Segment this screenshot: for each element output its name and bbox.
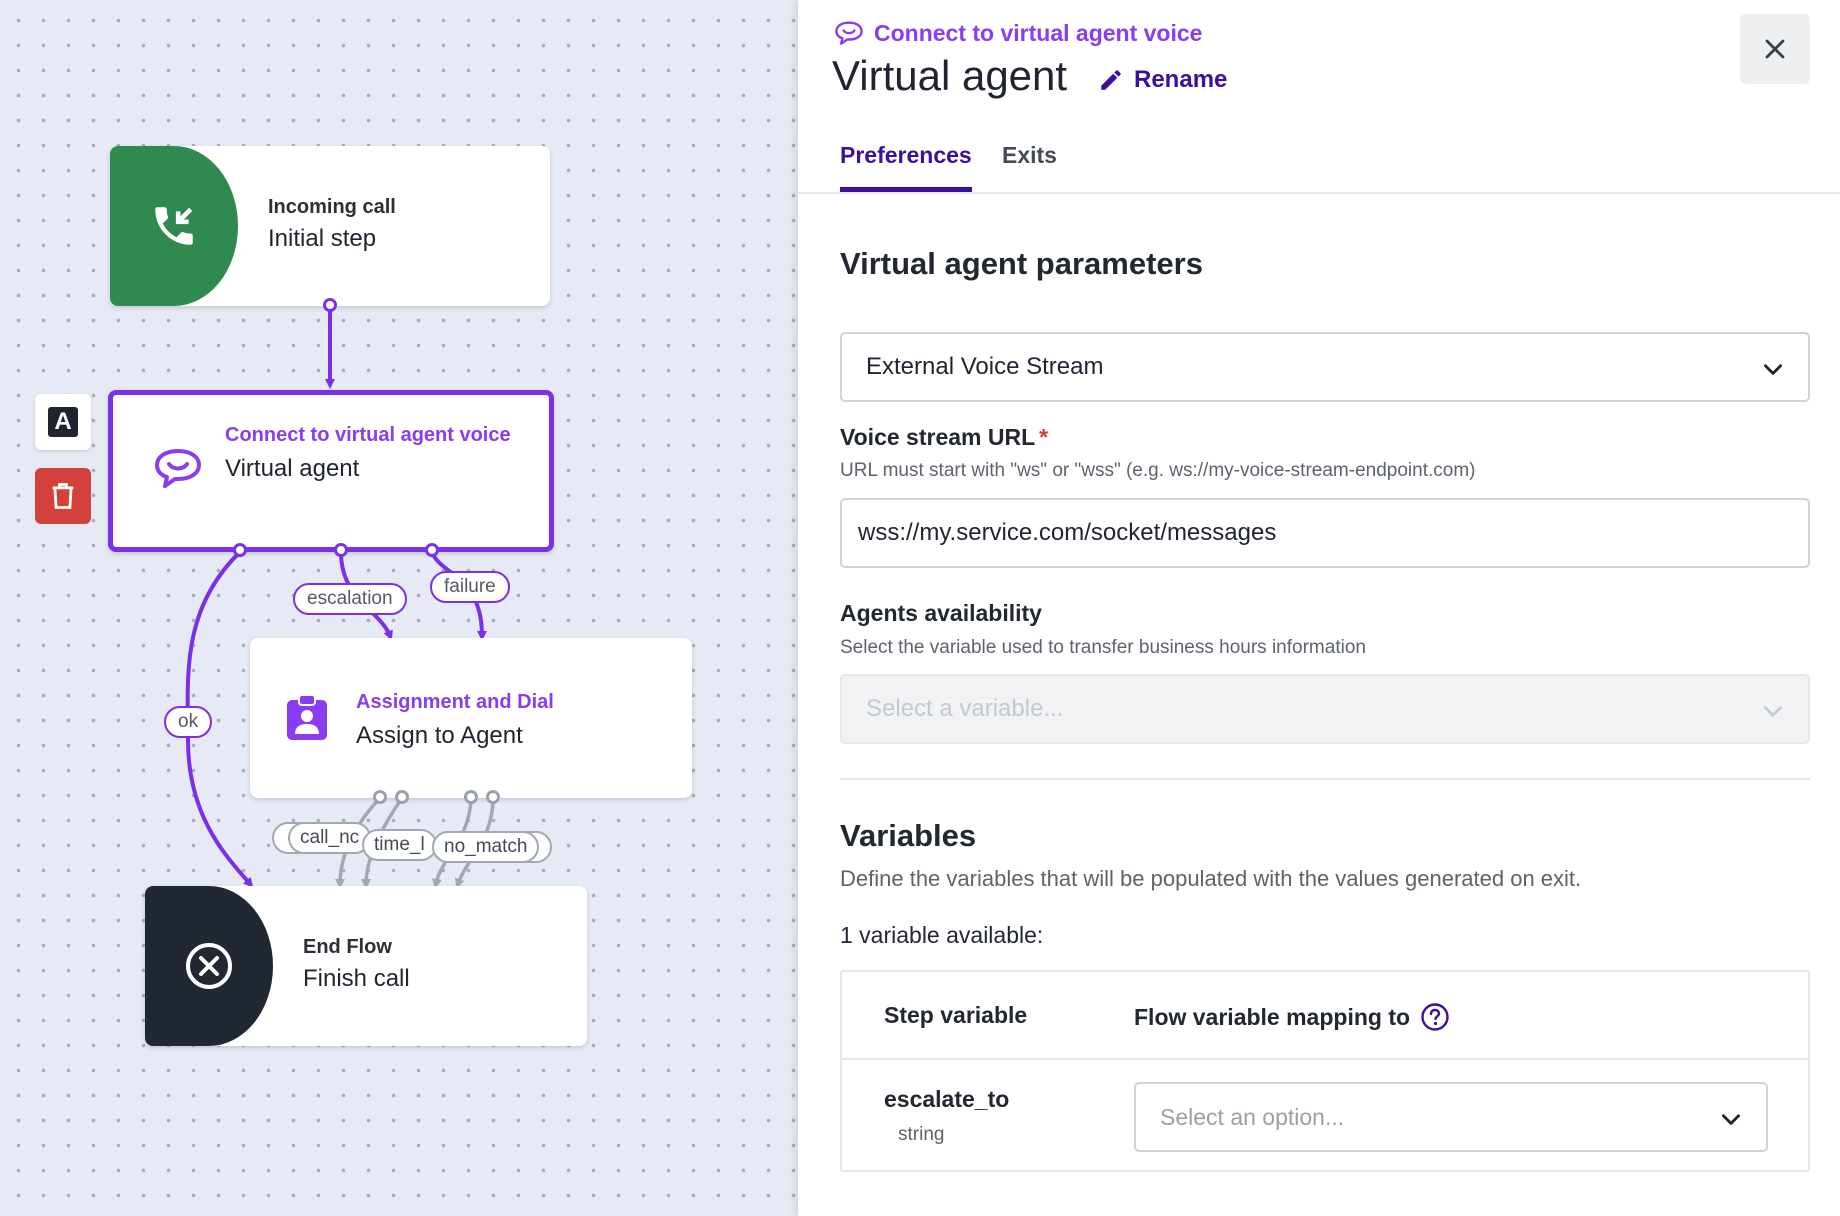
node-type-label: Connect to virtual agent voice (225, 424, 511, 446)
flow-canvas[interactable]: Incoming call Initial step A Connect to … (0, 0, 798, 1216)
variables-count: 1 variable available: (840, 922, 1044, 948)
col-step-variable-label: Step variable (884, 1002, 1028, 1028)
panel-kicker: Connect to virtual agent voice (834, 20, 1202, 47)
close-icon (1765, 39, 1785, 59)
speech-bubble-icon (835, 21, 863, 45)
rename-label: Rename (1134, 66, 1228, 93)
panel-kicker-label: Connect to virtual agent voice (874, 20, 1203, 46)
letter-a-icon: A (48, 407, 78, 437)
close-panel-button[interactable] (1740, 14, 1810, 84)
node-name-label: Assign to Agent (356, 722, 523, 749)
end-flow-cap (145, 886, 273, 1046)
node-name-label: Virtual agent (225, 455, 360, 482)
voice-stream-url-text: Voice stream URL (840, 424, 1036, 450)
variable-type: string (898, 1124, 945, 1145)
assign-port-no-match-1[interactable] (464, 790, 478, 804)
node-name-label: Initial step (268, 225, 377, 252)
delete-node-button[interactable] (35, 468, 91, 524)
stream-type-value: External Voice Stream (866, 353, 1104, 380)
tab-exits[interactable]: Exits (1002, 142, 1057, 185)
help-circle-icon[interactable] (1420, 1002, 1450, 1032)
pencil-icon (1101, 70, 1121, 90)
agents-availability-help: Select the variable used to transfer bus… (840, 637, 1366, 658)
panel-tabs: Preferences Exits (798, 130, 1840, 194)
edge-label-failure[interactable]: failure (430, 571, 510, 603)
phone-incoming-icon (155, 207, 193, 245)
label-toggle-button[interactable]: A (35, 394, 91, 450)
variables-table: Step variable Flow variable mapping to e… (840, 970, 1810, 1172)
step-settings-panel: Connect to virtual agent voice Virtual a… (798, 0, 1840, 1216)
voice-stream-url-label: Voice stream URL * (840, 424, 1048, 451)
clipboard-user-icon (287, 694, 327, 740)
speech-bubble-icon (155, 449, 201, 488)
trash-icon (52, 483, 74, 509)
edge-label-time[interactable]: time_l (362, 829, 437, 861)
flow-variable-placeholder: Select an option... (1160, 1103, 1345, 1130)
node-name-label: Finish call (303, 965, 410, 992)
edge-label-no-match[interactable]: no_match (432, 831, 540, 863)
incoming-call-cap (110, 146, 238, 306)
assign-port-time[interactable] (395, 790, 409, 804)
rename-button[interactable]: Rename (1098, 66, 1227, 94)
flow-variable-select[interactable]: Select an option... (1134, 1082, 1768, 1152)
required-marker: * (1039, 424, 1049, 450)
edge-label-call-no[interactable]: call_nc (288, 822, 372, 854)
chevron-down-icon (1764, 706, 1782, 717)
node-type-label: Assignment and Dial (356, 691, 554, 713)
agents-availability-placeholder: Select a variable... (866, 695, 1064, 722)
va-port-failure[interactable] (425, 543, 439, 557)
close-circle-icon (186, 943, 232, 989)
agents-availability-select[interactable]: Select a variable... (840, 674, 1810, 744)
panel-title: Virtual agent (832, 52, 1068, 99)
variables-description: Define the variables that will be popula… (840, 866, 1582, 891)
edge-label-escalation[interactable]: escalation (293, 583, 407, 615)
voice-stream-url-help: URL must start with "ws" or "wss" (e.g. … (840, 460, 1476, 481)
node-type-label: Incoming call (268, 196, 396, 218)
node-type-label: End Flow (303, 936, 392, 958)
variable-name: escalate_to (884, 1086, 1010, 1112)
section-divider (840, 778, 1810, 780)
col-step-variable: Step variable (884, 1002, 1027, 1029)
table-row-divider (842, 1058, 1808, 1060)
assign-port-call-no[interactable] (373, 790, 387, 804)
edge-label-ok[interactable]: ok (164, 706, 213, 738)
node-end-flow[interactable]: End Flow Finish call (145, 886, 587, 1046)
chevron-down-icon (1764, 364, 1782, 375)
incoming-output-port[interactable] (323, 298, 337, 312)
tab-preferences[interactable]: Preferences (840, 142, 972, 192)
agents-availability-label: Agents availability (840, 600, 1042, 626)
va-port-ok[interactable] (233, 543, 247, 557)
voice-stream-url-input[interactable] (840, 498, 1810, 568)
va-port-escalation[interactable] (334, 543, 348, 557)
col-flow-variable: Flow variable mapping to (1134, 1002, 1450, 1032)
chevron-down-icon (1722, 1114, 1740, 1125)
node-incoming-call[interactable]: Incoming call Initial step (110, 146, 550, 306)
col-flow-variable-label: Flow variable mapping to (1134, 1003, 1411, 1030)
assign-port-no-match-2[interactable] (486, 790, 500, 804)
variables-section-title: Variables (840, 818, 977, 853)
node-assignment-dial[interactable]: Assignment and Dial Assign to Agent (250, 638, 692, 798)
stream-type-select[interactable]: External Voice Stream (840, 332, 1810, 402)
params-section-title: Virtual agent parameters (840, 246, 1203, 281)
node-virtual-agent[interactable]: Connect to virtual agent voice Virtual a… (108, 390, 554, 552)
